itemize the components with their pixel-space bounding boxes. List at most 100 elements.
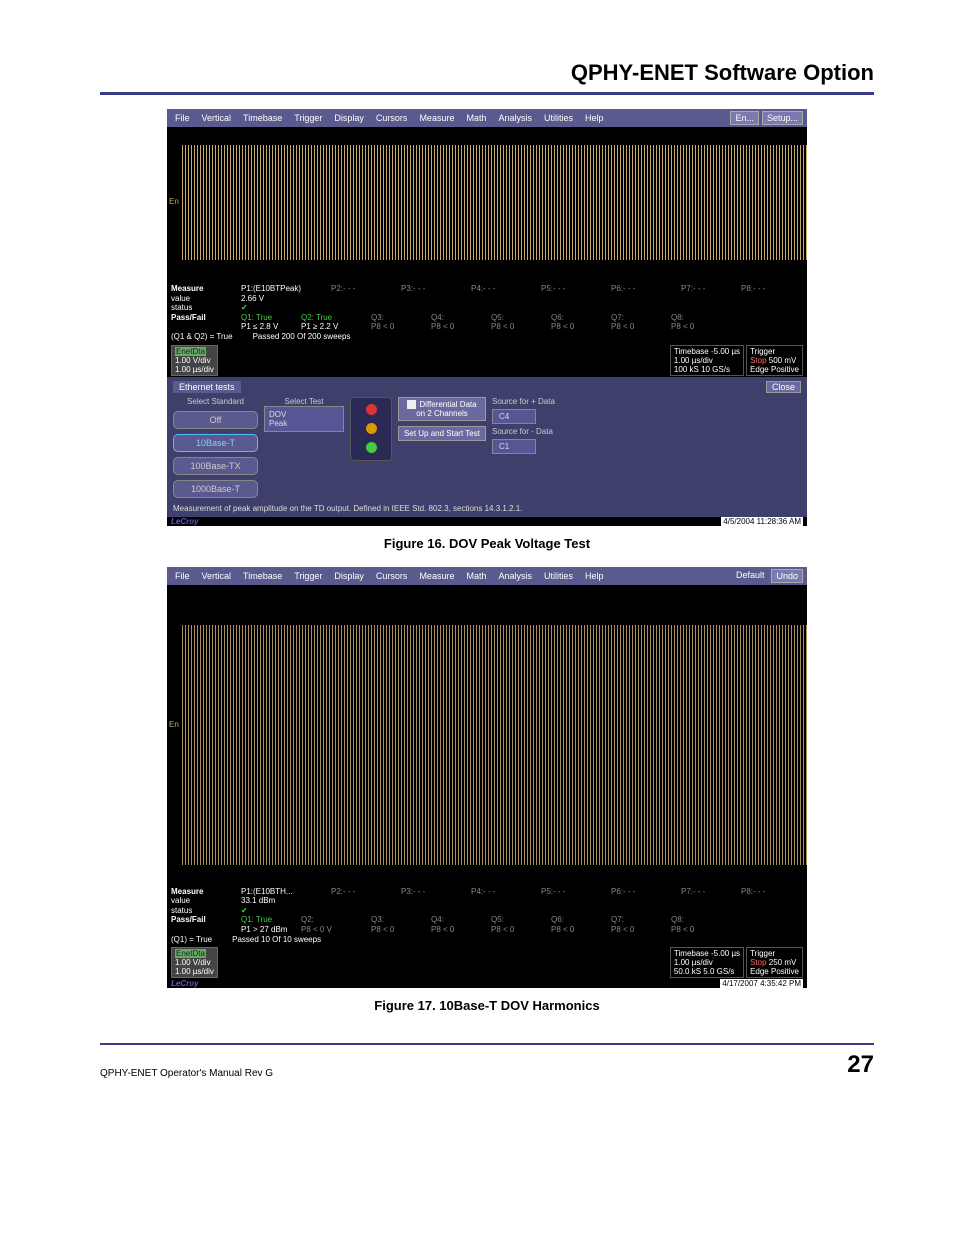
measure-label: Measure bbox=[171, 284, 241, 294]
trigger-title: Trigger bbox=[750, 347, 775, 356]
menu-cursors[interactable]: Cursors bbox=[372, 570, 412, 582]
channel-box[interactable]: EnetDta 1.00 V/div 1.00 µs/div bbox=[171, 345, 218, 376]
src-minus-label: Source for - Data bbox=[492, 427, 555, 436]
menu-utilities[interactable]: Utilities bbox=[540, 570, 577, 582]
menu-bar: File Vertical Timebase Trigger Display C… bbox=[167, 567, 807, 585]
p4: P4:- - - bbox=[471, 284, 541, 294]
menu-help[interactable]: Help bbox=[581, 112, 608, 124]
std-100basetx-button[interactable]: 100Base-TX bbox=[173, 457, 258, 475]
p2: P2:- - - bbox=[331, 887, 401, 897]
menu-trigger[interactable]: Trigger bbox=[290, 112, 326, 124]
waveform-display: En bbox=[167, 127, 807, 282]
close-button[interactable]: Close bbox=[766, 381, 801, 393]
q2: Q2: True bbox=[301, 313, 371, 323]
value-label: value bbox=[171, 896, 241, 906]
menu-trigger[interactable]: Trigger bbox=[290, 570, 326, 582]
en-button[interactable]: En... bbox=[730, 111, 759, 125]
q8: Q8: bbox=[671, 313, 731, 323]
setup-start-button[interactable]: Set Up and Start Test bbox=[398, 426, 486, 441]
q6: Q6: bbox=[551, 915, 611, 925]
trigger-box[interactable]: Trigger Stop 250 mV Edge Positive bbox=[746, 947, 803, 978]
timebase-title: Timebase bbox=[674, 347, 709, 356]
menu-measure[interactable]: Measure bbox=[415, 112, 458, 124]
menu-help[interactable]: Help bbox=[581, 570, 608, 582]
menu-vertical[interactable]: Vertical bbox=[198, 112, 236, 124]
p7: P7:- - - bbox=[681, 887, 741, 897]
menu-display[interactable]: Display bbox=[330, 112, 368, 124]
timebase-div: 1.00 µs/div bbox=[674, 356, 713, 365]
diff-data-button[interactable]: Differential Data on 2 Channels bbox=[398, 397, 486, 421]
channel-vdiv: 1.00 V/div bbox=[175, 356, 211, 365]
trigger-state: Stop bbox=[750, 356, 766, 365]
undo-button[interactable]: Undo bbox=[771, 569, 803, 583]
q6: Q6: bbox=[551, 313, 611, 323]
timestamp: 4/17/2007 4:35:42 PM bbox=[720, 979, 803, 988]
q5-cond: P8 < 0 bbox=[491, 925, 551, 935]
q4: Q4: bbox=[431, 915, 491, 925]
menu-vertical[interactable]: Vertical bbox=[198, 570, 236, 582]
trace-label: En bbox=[169, 197, 179, 206]
waveform-display: En bbox=[167, 585, 807, 885]
q7-cond: P8 < 0 bbox=[611, 322, 671, 332]
src-plus-label: Source for + Data bbox=[492, 397, 555, 406]
p6: P6:- - - bbox=[611, 887, 681, 897]
trigger-mode: Edge bbox=[750, 365, 769, 374]
page-header: QPHY-ENET Software Option bbox=[100, 60, 874, 95]
q1: Q1: True bbox=[241, 313, 301, 323]
tab-ethernet-tests[interactable]: Ethernet tests bbox=[173, 381, 241, 393]
p5: P5:- - - bbox=[541, 887, 611, 897]
menu-measure[interactable]: Measure bbox=[415, 570, 458, 582]
passfail-label: Pass/Fail bbox=[171, 313, 241, 323]
q4: Q4: bbox=[431, 313, 491, 323]
trigger-state: Stop bbox=[750, 958, 766, 967]
menu-file[interactable]: File bbox=[171, 112, 194, 124]
std-10baset-button[interactable]: 10Base-T bbox=[173, 434, 258, 452]
q8-cond: P8 < 0 bbox=[671, 322, 731, 332]
src-plus-select[interactable]: C4 bbox=[492, 409, 536, 424]
src-minus-select[interactable]: C1 bbox=[492, 439, 536, 454]
trace-label: En bbox=[169, 720, 179, 729]
menu-file[interactable]: File bbox=[171, 570, 194, 582]
setup-button[interactable]: Setup... bbox=[762, 111, 803, 125]
waveform-trace bbox=[182, 145, 807, 260]
q3-cond: P8 < 0 bbox=[371, 925, 431, 935]
menu-utilities[interactable]: Utilities bbox=[540, 112, 577, 124]
q6-cond: P8 < 0 bbox=[551, 925, 611, 935]
figure-16-caption: Figure 16. DOV Peak Voltage Test bbox=[100, 536, 874, 551]
menu-analysis[interactable]: Analysis bbox=[494, 112, 536, 124]
config-panel: Ethernet tests Close Select Standard Off… bbox=[167, 377, 807, 517]
trigger-level: 500 mV bbox=[769, 356, 797, 365]
test-select[interactable]: DOV Peak bbox=[264, 406, 344, 432]
menu-display[interactable]: Display bbox=[330, 570, 368, 582]
status-label: status bbox=[171, 303, 241, 313]
menu-math[interactable]: Math bbox=[462, 570, 490, 582]
channel-tdiv: 1.00 µs/div bbox=[175, 365, 214, 374]
p1-name: P1:(E10BTPeak) bbox=[241, 284, 331, 294]
test-description: Measurement of peak amplitude on the TD … bbox=[173, 504, 801, 513]
passfail-label: Pass/Fail bbox=[171, 915, 241, 925]
q5: Q5: bbox=[491, 313, 551, 323]
menu-cursors[interactable]: Cursors bbox=[372, 112, 412, 124]
timebase-box[interactable]: Timebase -5.00 µs 1.00 µs/div 100 kS 10 … bbox=[670, 345, 744, 376]
menu-math[interactable]: Math bbox=[462, 112, 490, 124]
q3: Q3: bbox=[371, 915, 431, 925]
p6: P6:- - - bbox=[611, 284, 681, 294]
amber-light-icon bbox=[366, 423, 377, 434]
q7: Q7: bbox=[611, 915, 671, 925]
menu-timebase[interactable]: Timebase bbox=[239, 112, 286, 124]
checkbox-icon[interactable] bbox=[407, 400, 416, 409]
status-check-icon: ✔ bbox=[241, 906, 331, 916]
menu-timebase[interactable]: Timebase bbox=[239, 570, 286, 582]
trigger-box[interactable]: Trigger Stop 500 mV Edge Positive bbox=[746, 345, 803, 376]
default-label: Default bbox=[732, 569, 769, 583]
p4: P4:- - - bbox=[471, 887, 541, 897]
menu-analysis[interactable]: Analysis bbox=[494, 570, 536, 582]
std-1000baset-button[interactable]: 1000Base-T bbox=[173, 480, 258, 498]
timebase-box[interactable]: Timebase -5.00 µs 1.00 µs/div 50.0 kS 5.… bbox=[670, 947, 744, 978]
channel-box[interactable]: EnetDta 1.00 V/div 1.00 µs/div bbox=[171, 947, 218, 978]
p5: P5:- - - bbox=[541, 284, 611, 294]
timebase-title: Timebase bbox=[674, 949, 709, 958]
scope-screenshot-1: File Vertical Timebase Trigger Display C… bbox=[167, 109, 807, 526]
std-off-button[interactable]: Off bbox=[173, 411, 258, 429]
timestamp: 4/5/2004 11:28:36 AM bbox=[721, 517, 803, 526]
